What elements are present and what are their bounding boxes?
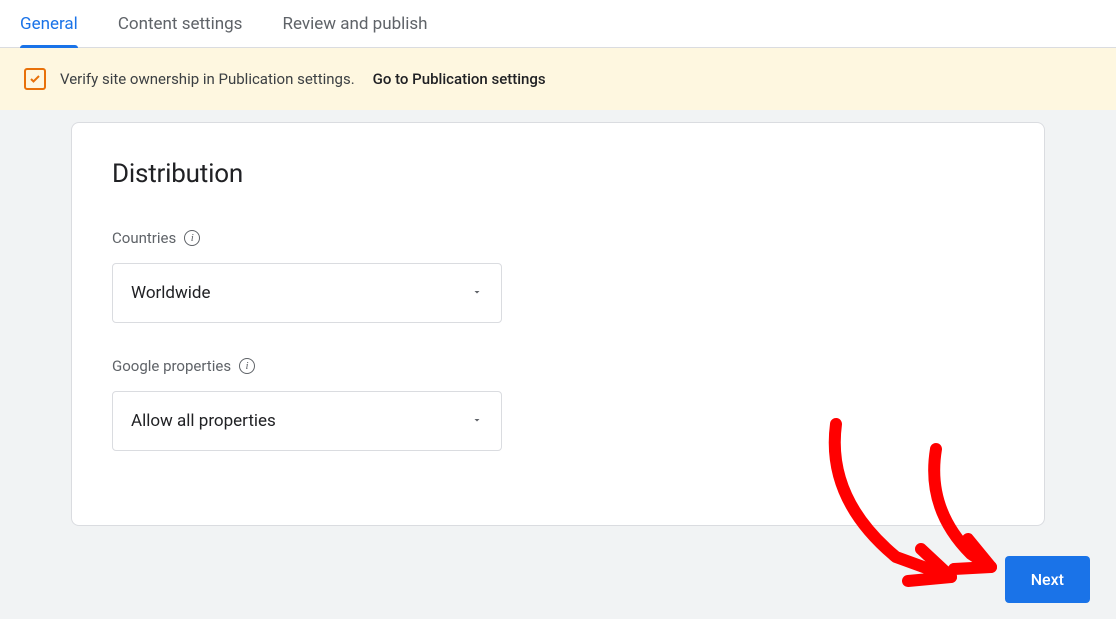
properties-label: Google properties (112, 357, 231, 375)
info-icon[interactable]: i (239, 358, 255, 374)
tab-general[interactable]: General (20, 0, 78, 48)
card-title: Distribution (112, 159, 1004, 189)
properties-value: Allow all properties (131, 411, 276, 431)
countries-select[interactable]: Worldwide (112, 263, 502, 323)
chevron-down-icon (471, 283, 483, 303)
chevron-down-icon (471, 411, 483, 431)
countries-value: Worldwide (131, 283, 211, 303)
info-icon[interactable]: i (184, 230, 200, 246)
banner-message: Verify site ownership in Publication set… (60, 70, 355, 88)
properties-field: Google properties i Allow all properties (112, 357, 1004, 451)
tab-bar: General Content settings Review and publ… (0, 0, 1116, 48)
countries-label-row: Countries i (112, 229, 1004, 247)
checkbox-warning-icon (24, 68, 46, 90)
tab-content-settings[interactable]: Content settings (118, 0, 243, 48)
countries-field: Countries i Worldwide (112, 229, 1004, 323)
tab-review-publish[interactable]: Review and publish (282, 0, 427, 48)
properties-select[interactable]: Allow all properties (112, 391, 502, 451)
content-area: Distribution Countries i Worldwide Googl… (0, 110, 1116, 550)
countries-label: Countries (112, 229, 176, 247)
publication-settings-link[interactable]: Go to Publication settings (373, 70, 546, 88)
verification-banner: Verify site ownership in Publication set… (0, 48, 1116, 110)
next-button[interactable]: Next (1005, 556, 1090, 603)
properties-label-row: Google properties i (112, 357, 1004, 375)
distribution-card: Distribution Countries i Worldwide Googl… (71, 122, 1045, 526)
